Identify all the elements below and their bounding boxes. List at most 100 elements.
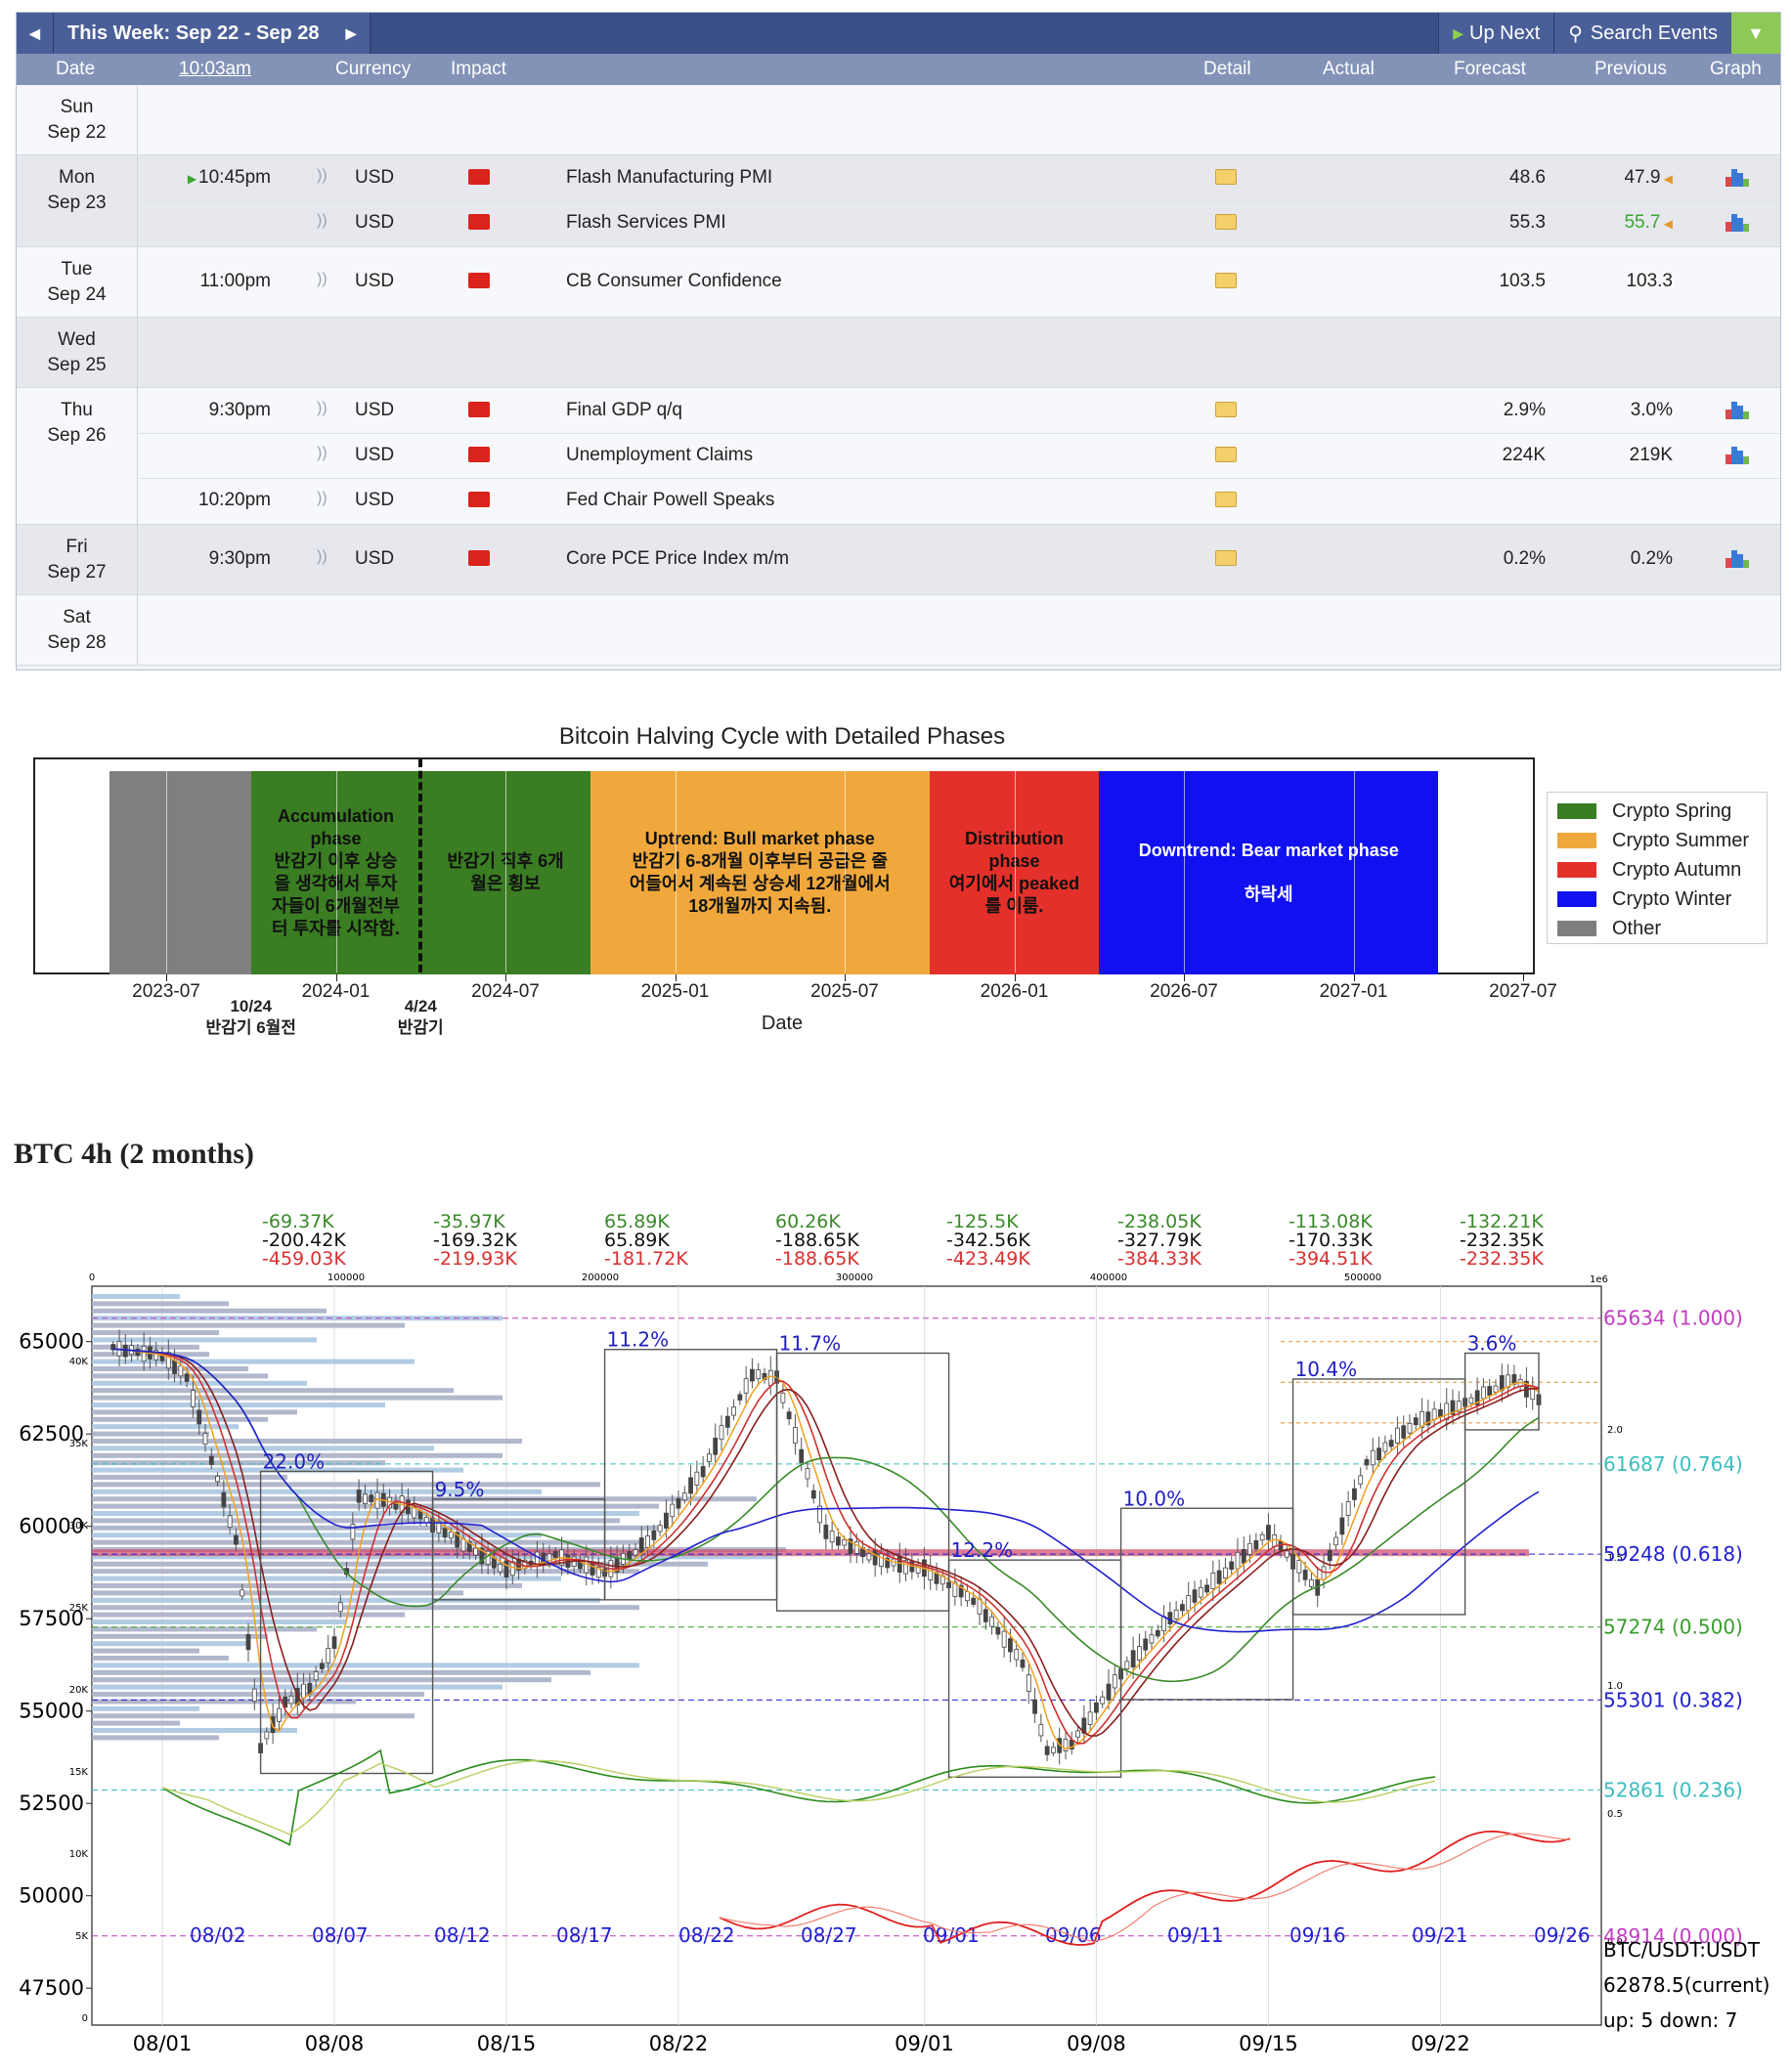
next-week-button[interactable]: ▶ bbox=[332, 13, 371, 54]
candle-body bbox=[700, 1466, 706, 1478]
search-events-button[interactable]: ⚲ Search Events bbox=[1553, 13, 1731, 54]
candle-body bbox=[1266, 1525, 1271, 1540]
candle-body bbox=[1339, 1517, 1345, 1535]
high-impact-icon bbox=[468, 169, 490, 185]
event-previous: 55.7 ◀ bbox=[1575, 212, 1673, 234]
volume-profile-bar bbox=[92, 1692, 424, 1697]
folder-icon[interactable] bbox=[1215, 214, 1237, 230]
candle-body bbox=[688, 1477, 693, 1494]
folder-icon[interactable] bbox=[1215, 550, 1237, 566]
candle-body bbox=[442, 1528, 448, 1538]
volume-profile-bar bbox=[92, 1648, 199, 1654]
up-next-button[interactable]: ▶ Up Next bbox=[1438, 13, 1554, 54]
event-row[interactable]: ▶ 10:45pm)) USD Flash Manufacturing PMI 48.6… bbox=[138, 155, 1780, 200]
sound-icon[interactable]: )) bbox=[317, 548, 328, 566]
swing-percent: 10.4% bbox=[1295, 1358, 1358, 1381]
folder-icon[interactable] bbox=[1215, 273, 1237, 288]
filter-button[interactable]: ▼ bbox=[1731, 13, 1780, 54]
event-previous: 3.0% bbox=[1575, 400, 1673, 421]
x-tick-mark bbox=[166, 974, 167, 981]
candle-body bbox=[197, 1409, 202, 1425]
event-name[interactable]: Flash Manufacturing PMI bbox=[566, 167, 772, 189]
event-time: 11:00pm bbox=[138, 271, 271, 292]
folder-icon[interactable] bbox=[1215, 492, 1237, 507]
event-row[interactable]: 9:30pm)) USD Final GDP q/q 2.9% 3.0% bbox=[138, 388, 1780, 433]
calendar-toolbar: ◀ This Week: Sep 22 - Sep 28 ▶ ▶ Up Next … bbox=[17, 13, 1780, 54]
event-row[interactable]: 10:20pm)) USD Fed Chair Powell Speaks bbox=[138, 478, 1780, 523]
inner-date-label: 08/02 bbox=[190, 1923, 246, 1947]
halving-x-label: Date bbox=[761, 1013, 804, 1034]
event-row[interactable]: )) USD Unemployment Claims 224K 219K bbox=[138, 433, 1780, 478]
flow-label-red: -394.51K bbox=[1289, 1248, 1373, 1270]
event-row[interactable]: )) USD Flash Services PMI 55.3 55.7 ◀ bbox=[138, 200, 1780, 245]
inner-date-label: 08/12 bbox=[434, 1923, 491, 1947]
event-row[interactable]: 11:00pm)) USD CB Consumer Confidence 103.5 1… bbox=[138, 259, 1780, 304]
event-row[interactable]: 9:30pm)) USD Core PCE Price Index m/m 0.2% 0… bbox=[138, 537, 1780, 582]
bar-chart-icon[interactable] bbox=[1725, 546, 1751, 568]
top-axis-label: 300000 bbox=[836, 1273, 873, 1283]
prev-week-button[interactable]: ◀ bbox=[17, 13, 54, 54]
high-impact-icon bbox=[468, 550, 490, 566]
week-label: This Week: Sep 22 - Sep 28 bbox=[54, 13, 333, 54]
candle-body bbox=[1370, 1449, 1376, 1466]
event-name[interactable]: Fed Chair Powell Speaks bbox=[566, 490, 774, 511]
event-name[interactable]: Final GDP q/q bbox=[566, 400, 682, 421]
candle-body bbox=[1284, 1550, 1289, 1558]
sound-icon[interactable]: )) bbox=[317, 167, 328, 185]
candle-body bbox=[1235, 1551, 1241, 1570]
candle-body bbox=[1259, 1533, 1265, 1541]
legend-label: Crypto Spring bbox=[1612, 799, 1732, 822]
candle-body bbox=[829, 1531, 835, 1543]
swing-percent: 11.7% bbox=[779, 1332, 842, 1356]
folder-icon[interactable] bbox=[1215, 169, 1237, 185]
legend-item: Crypto Winter bbox=[1557, 885, 1757, 914]
high-impact-icon bbox=[468, 214, 490, 230]
sound-icon[interactable]: )) bbox=[317, 212, 328, 230]
phase-text: Uptrend: Bull market phase bbox=[644, 829, 875, 848]
day-date: Sep 22 bbox=[47, 122, 107, 143]
symbol-label: BTC/USDT:USDT bbox=[1603, 1938, 1761, 1962]
day-label: Mon Sep 23 bbox=[17, 155, 138, 246]
candle-body bbox=[1358, 1475, 1364, 1485]
sound-icon[interactable]: )) bbox=[317, 445, 328, 462]
day-date: Sep 25 bbox=[47, 355, 107, 375]
revision-arrow-icon: ◀ bbox=[1660, 217, 1673, 231]
event-name[interactable]: CB Consumer Confidence bbox=[566, 271, 782, 292]
chevron-left-icon: ◀ bbox=[29, 24, 40, 41]
phase-band: Downtrend: Bear market phase 하락세 bbox=[1099, 771, 1439, 974]
search-events-label: Search Events bbox=[1590, 22, 1718, 44]
event-name[interactable]: Unemployment Claims bbox=[566, 445, 753, 466]
folder-icon[interactable] bbox=[1215, 447, 1237, 462]
candle-body bbox=[836, 1536, 841, 1546]
x-tick-mark bbox=[1523, 974, 1524, 981]
col-time[interactable]: 10:03am bbox=[179, 59, 251, 80]
fib-label: 57274 (0.500) bbox=[1603, 1616, 1743, 1639]
phase-text: 어들어서 계속된 상승세 12개월에서 bbox=[629, 874, 891, 893]
candle-body bbox=[719, 1425, 724, 1441]
event-name[interactable]: Flash Services PMI bbox=[566, 212, 726, 234]
day-of-week: Mon bbox=[59, 167, 95, 188]
inner-date-label: 08/17 bbox=[556, 1923, 613, 1947]
volume-profile-bar bbox=[92, 1301, 229, 1307]
btc-chart-title: BTC 4h (2 months) bbox=[14, 1138, 254, 1170]
sound-icon[interactable]: )) bbox=[317, 271, 328, 288]
candle-body bbox=[1382, 1442, 1388, 1452]
event-name[interactable]: Core PCE Price Index m/m bbox=[566, 548, 789, 570]
sound-icon[interactable]: )) bbox=[317, 400, 328, 417]
bar-chart-icon[interactable] bbox=[1725, 210, 1751, 232]
bar-chart-icon[interactable] bbox=[1725, 443, 1751, 464]
bar-chart-icon[interactable] bbox=[1725, 398, 1751, 419]
candle-body bbox=[1431, 1408, 1437, 1420]
candle-body bbox=[234, 1534, 239, 1545]
candle-body bbox=[664, 1512, 669, 1529]
sound-icon[interactable]: )) bbox=[317, 490, 328, 507]
event-currency: USD bbox=[355, 271, 395, 291]
bar-chart-icon[interactable] bbox=[1725, 165, 1751, 187]
volume-profile-bar bbox=[92, 1439, 522, 1444]
legend-item: Crypto Autumn bbox=[1557, 855, 1757, 885]
x-tick-label: 2025-07 bbox=[810, 981, 879, 1002]
folder-icon[interactable] bbox=[1215, 402, 1237, 417]
swing-percent: 22.0% bbox=[263, 1449, 326, 1473]
event-previous-value: 55.7 bbox=[1624, 212, 1661, 233]
volume-profile-bar bbox=[92, 1322, 405, 1328]
